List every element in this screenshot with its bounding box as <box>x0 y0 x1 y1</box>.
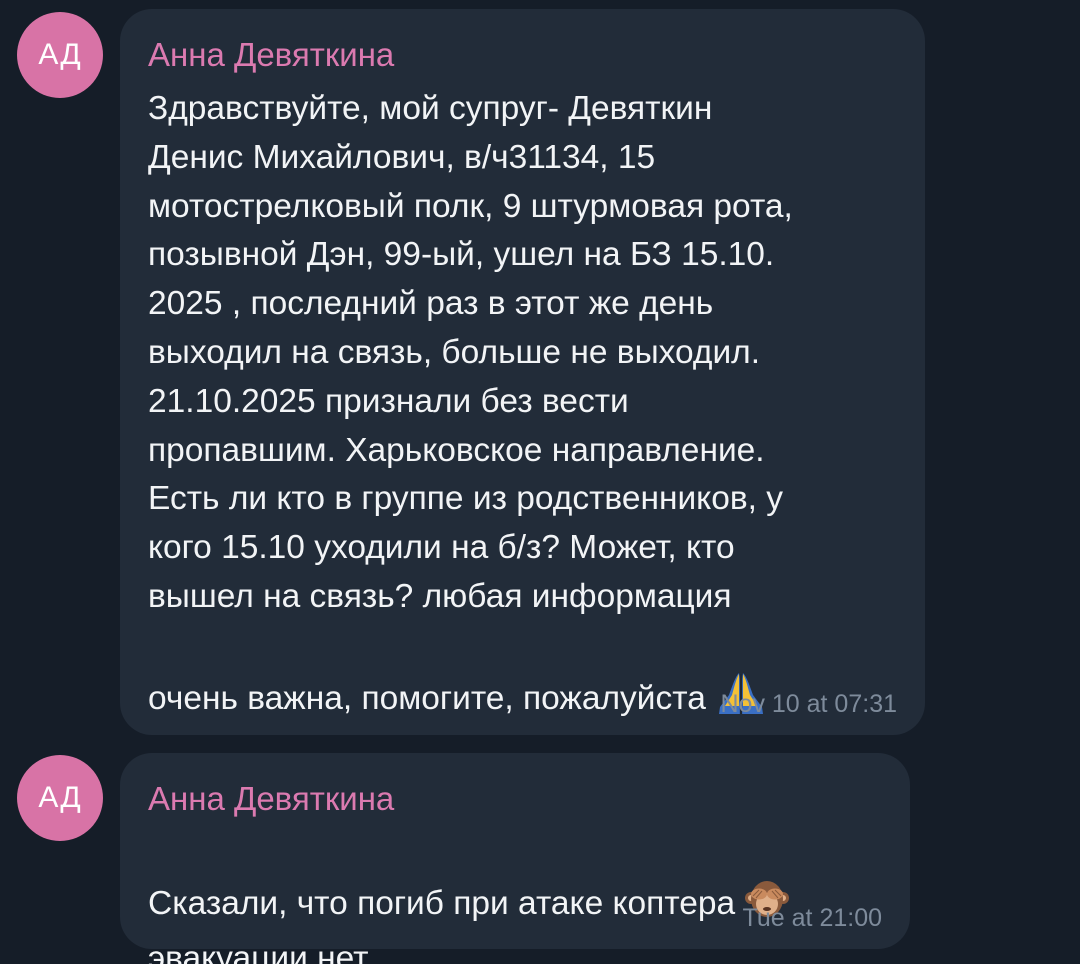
sender-name[interactable]: Анна Девяткина <box>148 779 882 819</box>
message-text-line-2: эвакуации нет <box>148 939 369 964</box>
message-bubble[interactable]: Анна Девяткина Сказали, что погиб при ат… <box>120 753 910 964</box>
message-text-content: Сказали, что погиб при атаке коптера <box>148 884 745 922</box>
chat-history: АД Анна Девяткина Здравствуйте, мой супр… <box>0 0 1080 964</box>
sender-name[interactable]: Анна Девяткина <box>148 35 897 75</box>
avatar[interactable]: АД <box>17 12 103 98</box>
message-text: Здравствуйте, мой супруг- Девяткин Денис… <box>148 85 897 729</box>
message-time: Tue at 21:00 <box>742 904 882 932</box>
avatar[interactable]: АД <box>17 755 103 841</box>
message-time: Nov 10 at 07:31 <box>720 690 897 718</box>
message-text-content: Здравствуйте, мой супруг- Девяткин Денис… <box>148 90 793 717</box>
message-bubble[interactable]: Анна Девяткина Здравствуйте, мой супруг-… <box>120 9 925 735</box>
message-text: Сказали, что погиб при атаке коптера эва… <box>148 829 882 964</box>
